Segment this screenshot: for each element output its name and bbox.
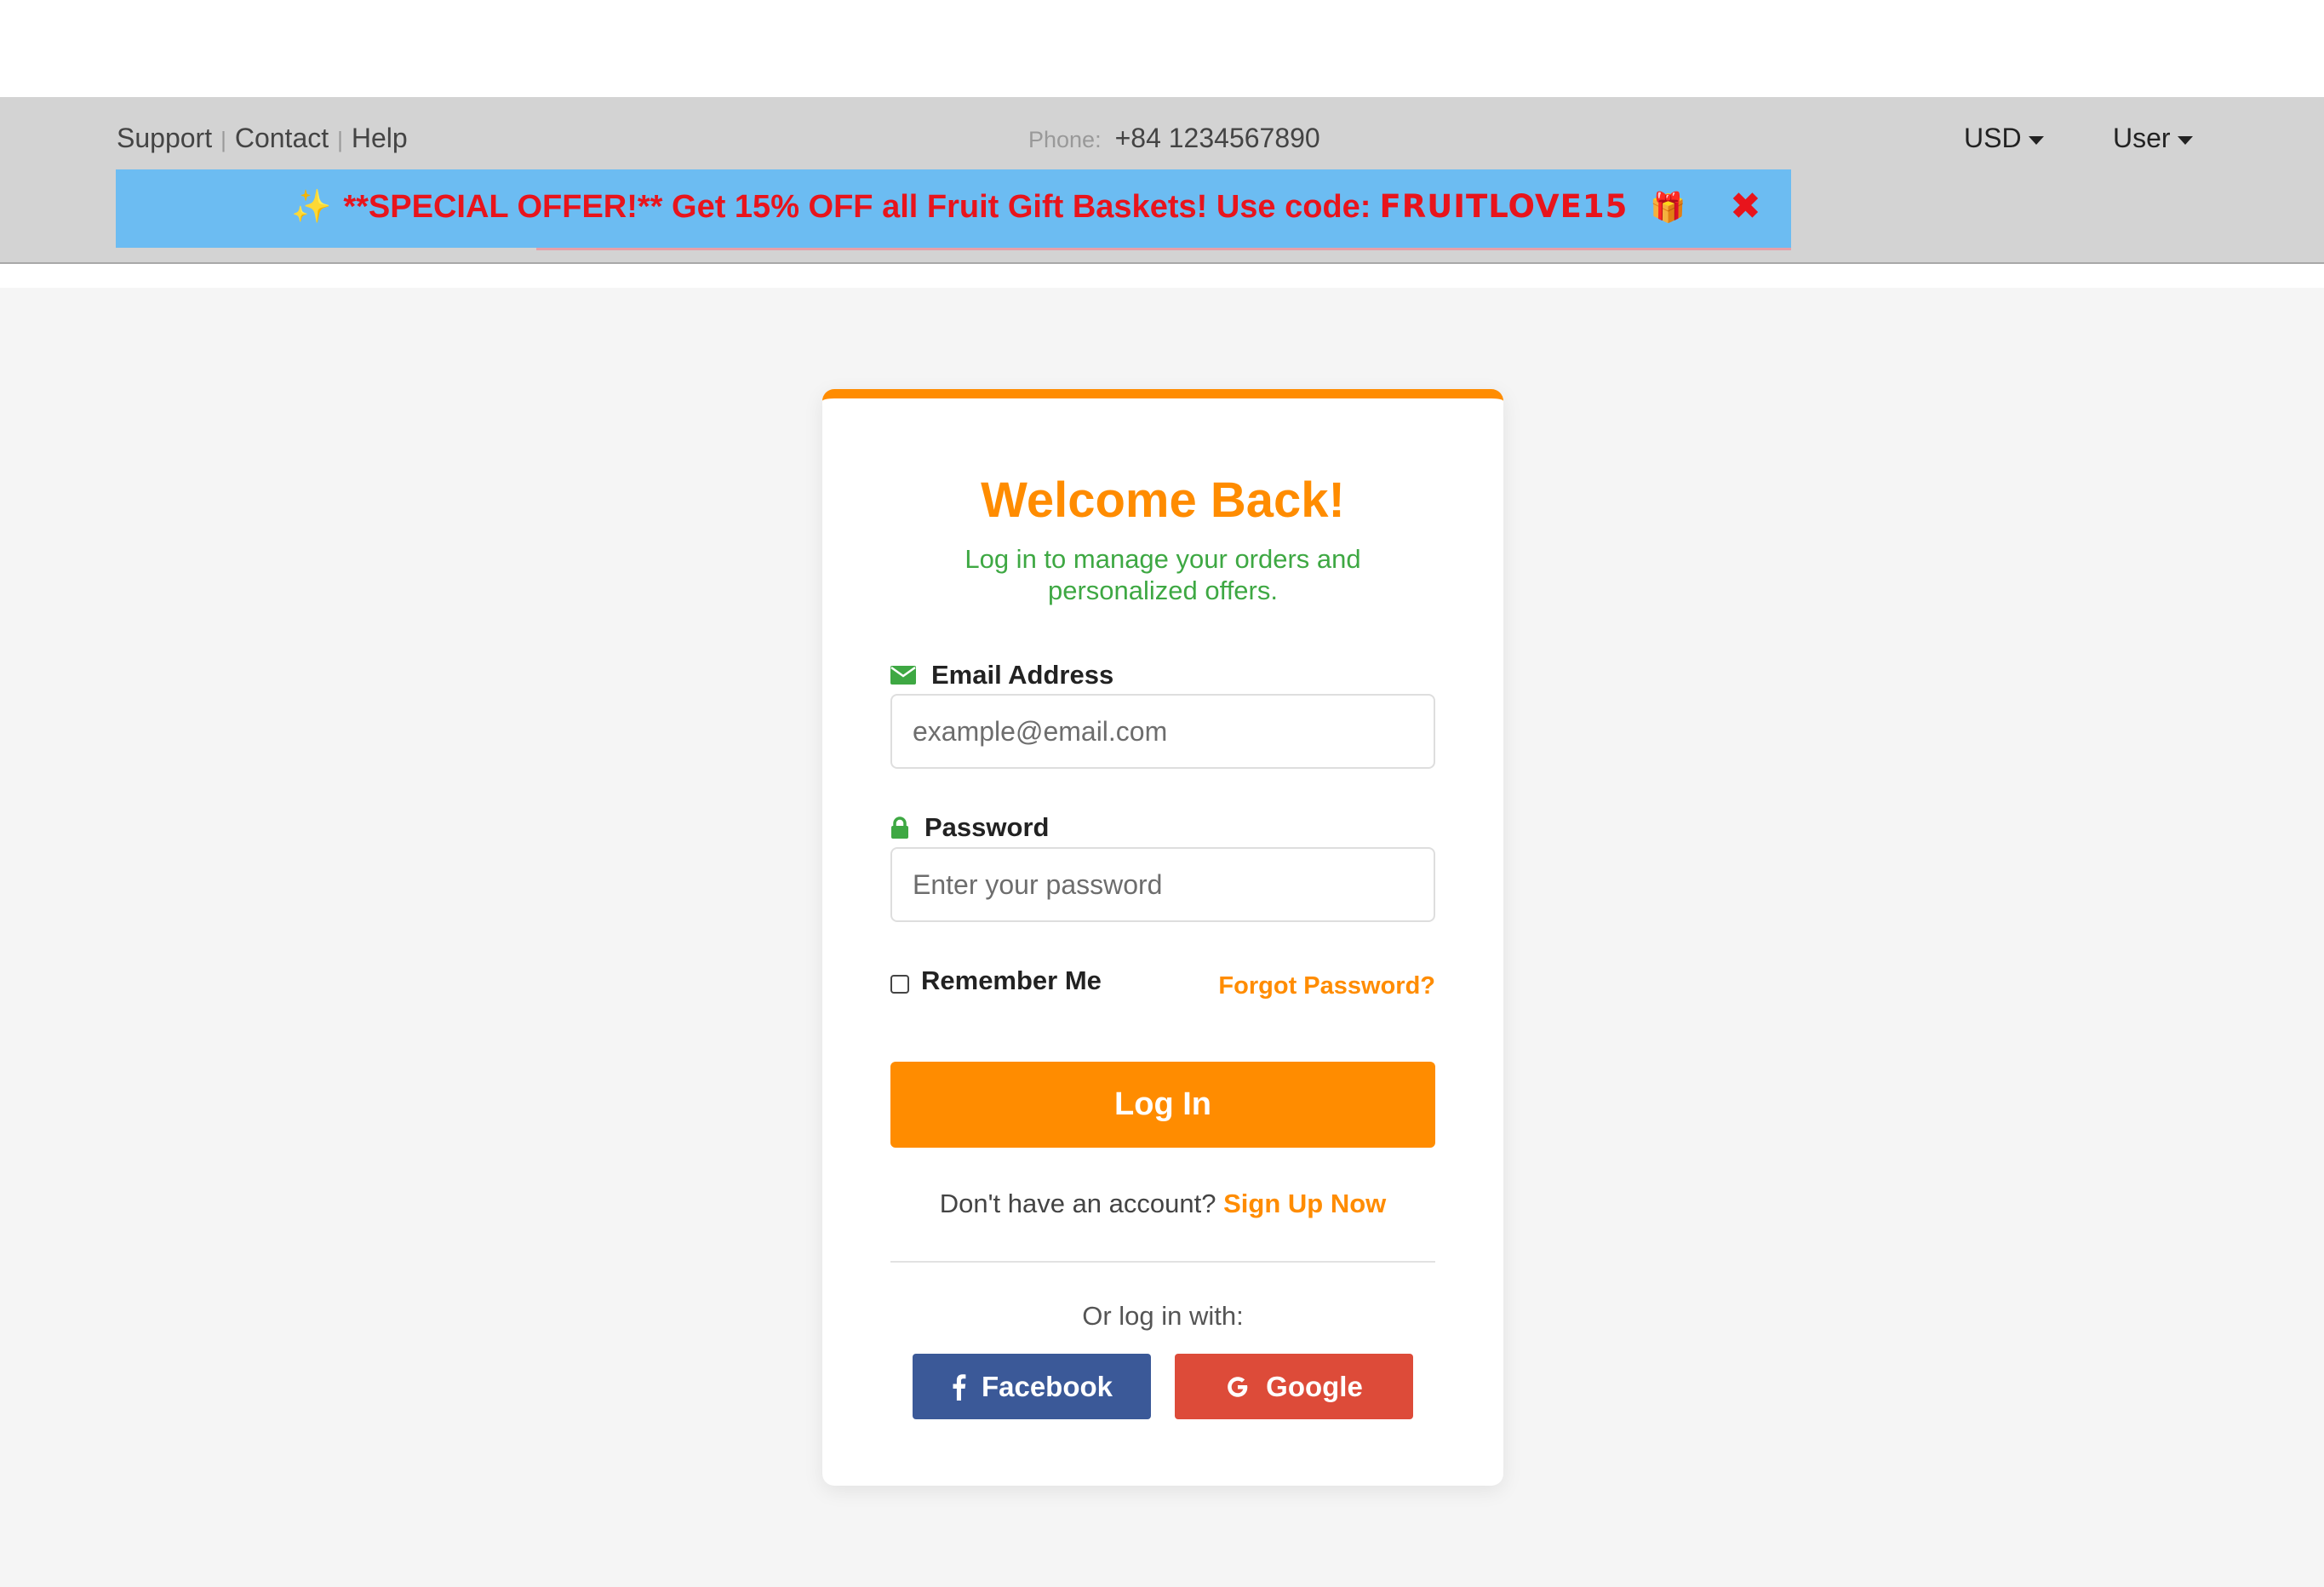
separator: | [337, 127, 343, 152]
phone-label: Phone: [1028, 127, 1102, 152]
close-icon[interactable]: ✖ [1730, 185, 1761, 228]
lock-icon [891, 816, 908, 839]
google-label: Google [1266, 1370, 1363, 1402]
remember-label: Remember Me [921, 965, 1102, 995]
phone-info: Phone: +84 1234567890 [1028, 123, 1320, 154]
user-label: User [2113, 123, 2171, 153]
currency-label: USD [1964, 123, 2022, 153]
google-login-button[interactable]: Google [1175, 1354, 1413, 1419]
forgot-password-link[interactable]: Forgot Password? [1218, 972, 1435, 1000]
envelope-icon [890, 666, 916, 685]
remember-me[interactable]: Remember Me [890, 965, 1102, 996]
top-bar: Support | Contact | Help Phone: +84 123456789… [0, 97, 2324, 264]
facebook-label: Facebook [981, 1370, 1113, 1402]
social-login-label: Or log in with: [1082, 1301, 1244, 1331]
help-link[interactable]: Help [352, 123, 408, 153]
separator: | [220, 127, 226, 152]
promo-banner: ✨ **SPECIAL OFFER!** Get 15% OFF all Frui… [116, 169, 1791, 248]
top-whitespace [0, 0, 2324, 97]
top-nav-links: Support | Contact | Help [117, 123, 408, 154]
email-field[interactable] [890, 694, 1435, 769]
facebook-login-button[interactable]: Facebook [913, 1354, 1151, 1419]
login-title: Welcome Back! [981, 473, 1345, 528]
support-link[interactable]: Support [117, 123, 212, 153]
sparkles-icon: ✨ [291, 189, 332, 225]
promo-text: **SPECIAL OFFER!** Get 15% OFF all Fruit… [343, 189, 1371, 225]
currency-dropdown[interactable]: USD [1964, 123, 2044, 154]
password-field[interactable] [890, 847, 1435, 922]
promo-code: FRUITLOVE15 [1379, 188, 1629, 225]
signup-prompt: Don't have an account? Sign Up Now [822, 1189, 1503, 1219]
promo-message: ✨ **SPECIAL OFFER!** Get 15% OFF all Frui… [291, 188, 1686, 226]
facebook-icon [953, 1373, 966, 1401]
phone-number: +84 1234567890 [1114, 123, 1320, 153]
remember-checkbox[interactable] [890, 975, 909, 994]
password-label: Password [890, 812, 1049, 843]
user-dropdown[interactable]: User [2113, 123, 2193, 154]
header-spacer [0, 264, 2324, 288]
divider [890, 1261, 1435, 1263]
caret-down-icon [2177, 135, 2193, 145]
signup-prompt-text: Don't have an account? [939, 1189, 1216, 1218]
password-label-text: Password [924, 812, 1050, 842]
email-label-text: Email Address [931, 660, 1114, 690]
gift-icon: 🎁 [1650, 192, 1686, 224]
contact-link[interactable]: Contact [235, 123, 329, 153]
email-label: Email Address [890, 660, 1113, 690]
divider-line [536, 248, 1791, 250]
login-button[interactable]: Log In [890, 1062, 1435, 1148]
google-icon [1228, 1376, 1248, 1397]
signup-link[interactable]: Sign Up Now [1223, 1189, 1386, 1218]
login-card: Welcome Back! Log in to manage your orde… [822, 389, 1503, 1486]
caret-down-icon [2028, 135, 2044, 145]
login-subtitle: Log in to manage your orders and persona… [965, 544, 1361, 605]
